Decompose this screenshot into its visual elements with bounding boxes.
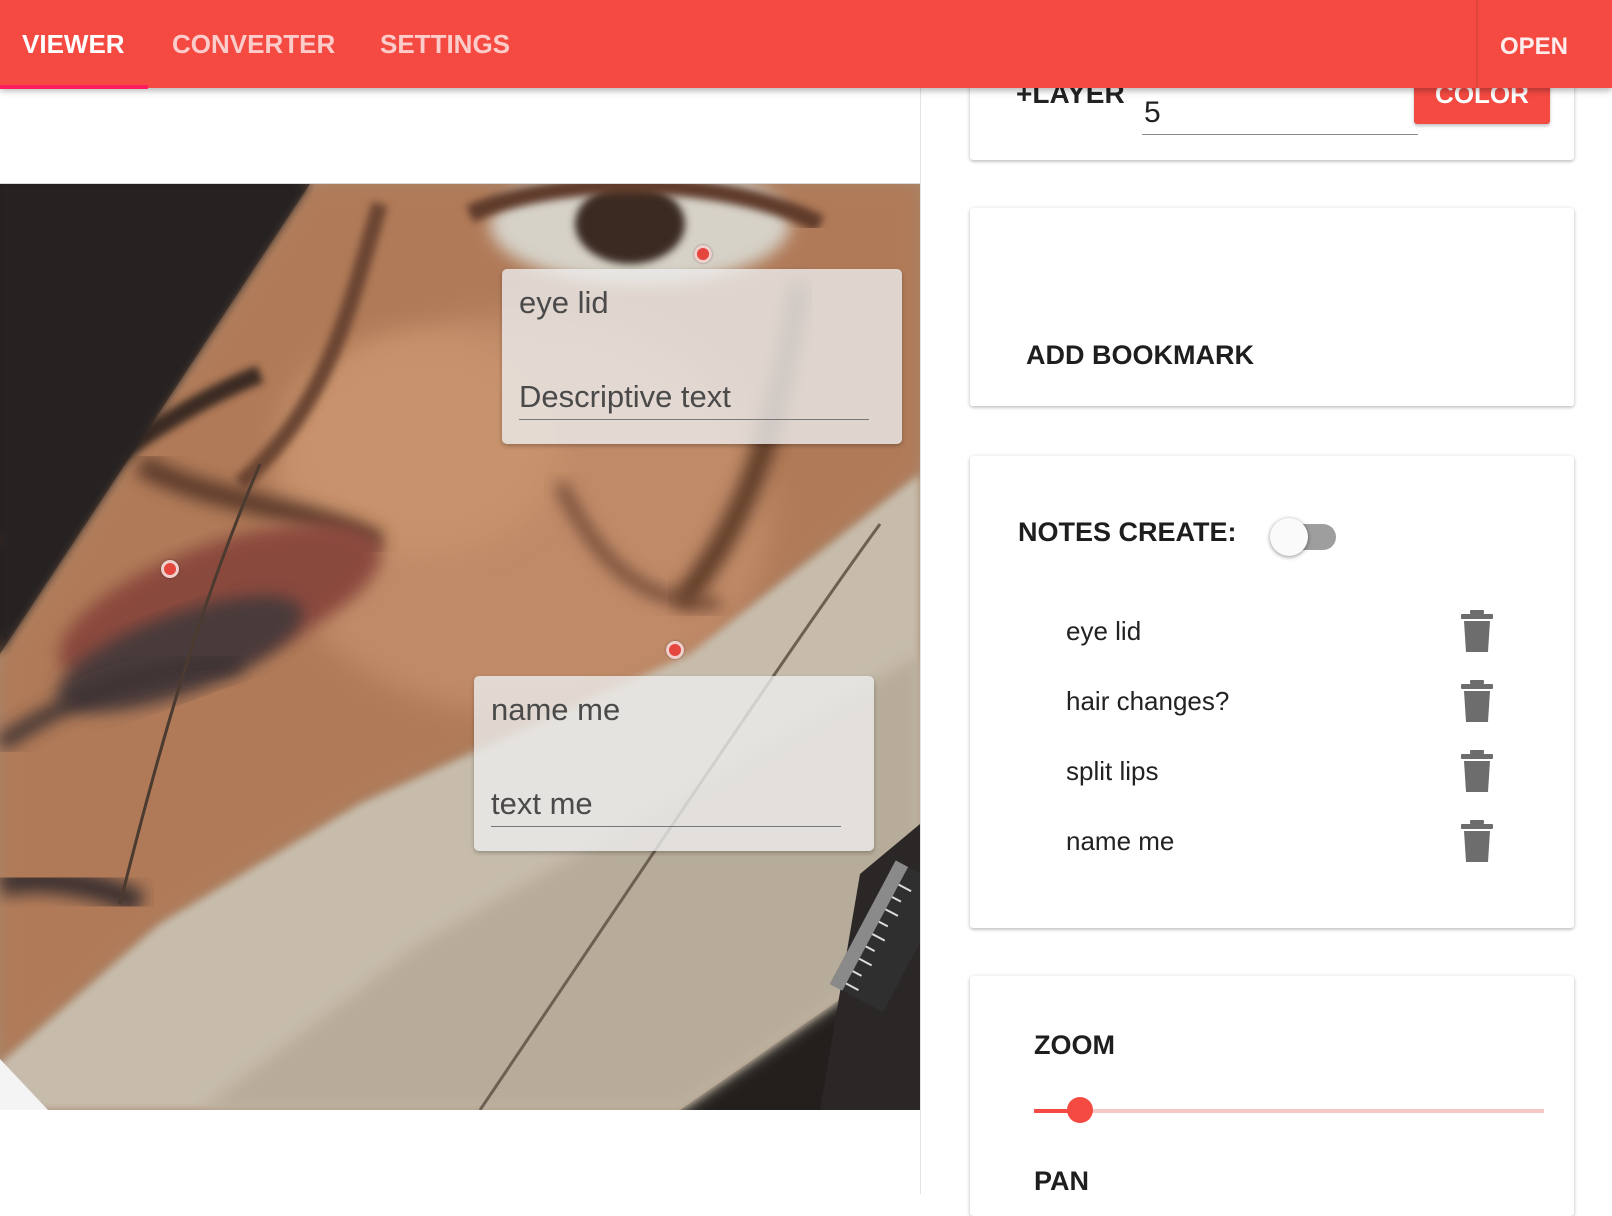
note-item-label: split lips: [1066, 756, 1159, 786]
add-bookmark-button[interactable]: ADD BOOKMARK: [1026, 340, 1254, 371]
annotation-marker-name-me[interactable]: [666, 641, 684, 659]
annotation-card-name-me: [474, 676, 874, 851]
image-canvas[interactable]: [0, 183, 920, 1110]
note-item-label: eye lid: [1066, 616, 1142, 646]
zoom-label: ZOOM: [1034, 1030, 1115, 1060]
layer-input[interactable]: [1142, 92, 1418, 135]
trash-icon[interactable]: [1460, 610, 1494, 652]
note-item-label: name me: [1066, 826, 1175, 856]
trash-icon[interactable]: [1460, 820, 1494, 862]
notes-card: NOTES CREATE: eye lid hair changes? spli…: [970, 456, 1574, 928]
annotation-marker-split-lips[interactable]: [161, 560, 179, 578]
toolbar-divider: [1476, 0, 1478, 88]
notes-create-toggle[interactable]: [1270, 518, 1336, 556]
notes-create-label: NOTES CREATE:: [1018, 517, 1237, 547]
annotation-title-input[interactable]: [491, 690, 851, 730]
note-list-item[interactable]: name me: [1066, 820, 1526, 872]
zoom-slider-thumb[interactable]: [1066, 1097, 1093, 1123]
annotation-marker-eye-lid[interactable]: [694, 245, 712, 263]
annotation-title-input[interactable]: [519, 283, 879, 323]
note-list-item[interactable]: eye lid: [1066, 610, 1526, 662]
tab-converter[interactable]: CONVERTER: [172, 0, 335, 88]
annotation-text-input[interactable]: [491, 782, 841, 827]
tab-viewer[interactable]: VIEWER: [22, 0, 125, 88]
top-app-bar: VIEWER CONVERTER SETTINGS OPEN: [0, 0, 1612, 89]
zoom-slider[interactable]: [1034, 1097, 1544, 1123]
active-tab-indicator: [0, 85, 148, 89]
controls-card: ZOOM PAN: [970, 976, 1574, 1216]
note-list-item[interactable]: split lips: [1066, 750, 1526, 802]
note-list-item[interactable]: hair changes?: [1066, 680, 1526, 732]
bookmark-card: ADD BOOKMARK: [970, 208, 1574, 406]
note-item-label: hair changes?: [1066, 686, 1230, 716]
trash-icon[interactable]: [1460, 750, 1494, 792]
tab-settings[interactable]: SETTINGS: [380, 0, 510, 88]
annotation-card-eye-lid: [502, 269, 902, 444]
toggle-thumb: [1270, 518, 1308, 556]
annotation-text-input[interactable]: [519, 375, 869, 420]
trash-icon[interactable]: [1460, 680, 1494, 722]
pan-label: PAN: [1034, 1166, 1090, 1196]
open-button[interactable]: OPEN: [1500, 0, 1612, 94]
